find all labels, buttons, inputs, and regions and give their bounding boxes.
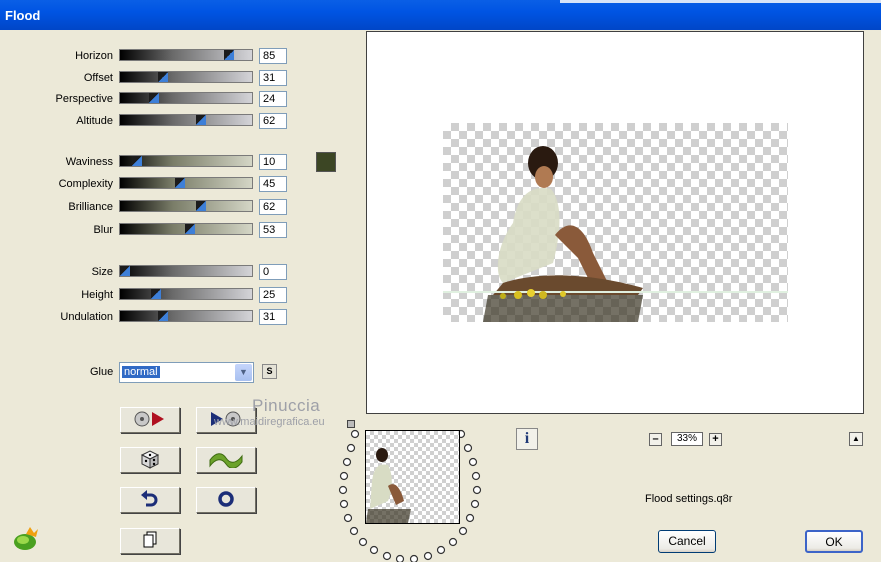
reset-button[interactable] xyxy=(196,487,256,513)
slider-label: Waviness xyxy=(65,156,113,168)
ok-button[interactable]: OK xyxy=(805,530,863,553)
copy-icon xyxy=(142,531,158,552)
undo-icon xyxy=(140,489,160,511)
chevron-down-icon[interactable]: ▼ xyxy=(235,364,252,381)
expand-button[interactable]: ▲ xyxy=(849,432,863,446)
slider-thumb[interactable] xyxy=(174,178,185,188)
slider-thumb[interactable] xyxy=(149,93,160,103)
slider-label: Undulation xyxy=(60,311,113,323)
wave-icon xyxy=(208,450,244,471)
slider-label: Perspective xyxy=(55,93,113,105)
slider-label: Complexity xyxy=(58,178,113,190)
slider-value-field[interactable]: 31 xyxy=(259,70,287,86)
slider-label: Size xyxy=(91,266,113,278)
slider-thumb[interactable] xyxy=(120,266,130,276)
slider-value-field[interactable]: 62 xyxy=(259,199,287,215)
slider-value-field[interactable]: 31 xyxy=(259,309,287,325)
slider-thumb[interactable] xyxy=(157,72,168,82)
slider-track-height[interactable] xyxy=(119,288,253,300)
slider-thumb[interactable] xyxy=(150,289,161,299)
slider-label: Offset xyxy=(83,72,113,84)
slider-label: Horizon xyxy=(75,50,113,62)
slider-track-complexity[interactable] xyxy=(119,177,253,189)
slider-track-perspective[interactable] xyxy=(119,92,253,104)
slider-track-blur[interactable] xyxy=(119,223,253,235)
watermark-url: www.maidiregrafica.eu xyxy=(214,416,325,428)
zoom-in-button[interactable]: + xyxy=(709,433,722,446)
watermark-name: Pinuccia xyxy=(252,396,321,415)
slider-thumb[interactable] xyxy=(223,50,234,60)
slider-label: Height xyxy=(81,289,113,301)
slider-thumb[interactable] xyxy=(184,224,195,234)
slider-track-undulation[interactable] xyxy=(119,310,253,322)
window-title: Flood xyxy=(5,8,41,23)
slider-value-field[interactable]: 10 xyxy=(259,154,287,170)
slider-track-brilliance[interactable] xyxy=(119,200,253,212)
info-button[interactable]: i xyxy=(516,428,538,450)
slider-track-altitude[interactable] xyxy=(119,114,253,126)
slider-label: Blur xyxy=(93,224,113,236)
glue-label: Glue xyxy=(90,366,114,378)
slider-value-field[interactable]: 45 xyxy=(259,176,287,192)
wave-button[interactable] xyxy=(196,447,256,473)
title-bar-strip xyxy=(560,0,881,3)
reset-circle-icon xyxy=(217,490,235,511)
slider-thumb[interactable] xyxy=(195,115,206,125)
title-bar: Flood xyxy=(0,0,881,30)
glue-select-value: normal xyxy=(122,366,160,378)
plugin-logo-icon xyxy=(12,526,40,555)
slider-thumb[interactable] xyxy=(157,311,168,321)
dice-icon xyxy=(139,449,161,472)
info-icon: i xyxy=(524,430,530,447)
preview-image xyxy=(443,123,788,322)
thumbnail-image xyxy=(366,448,411,523)
chevron-up-icon: ▲ xyxy=(852,434,860,443)
slider-label: Brilliance xyxy=(68,201,113,213)
slider-value-field[interactable]: 53 xyxy=(259,222,287,238)
undo-button[interactable] xyxy=(120,487,180,513)
slider-track-waviness[interactable] xyxy=(119,155,253,167)
flood-color-swatch[interactable] xyxy=(316,152,336,172)
zoom-level: 33% xyxy=(671,432,703,446)
slider-value-field[interactable]: 85 xyxy=(259,48,287,64)
woman-figure-image xyxy=(443,146,788,322)
slider-value-field[interactable]: 25 xyxy=(259,287,287,303)
load-preset-icon xyxy=(133,410,167,431)
load-preset-button[interactable] xyxy=(120,407,180,433)
slider-track-offset[interactable] xyxy=(119,71,253,83)
slider-track-size[interactable] xyxy=(119,265,253,277)
slider-thumb[interactable] xyxy=(132,156,143,166)
slider-value-field[interactable]: 24 xyxy=(259,91,287,107)
slider-value-field[interactable]: 0 xyxy=(259,264,287,280)
slider-label: Altitude xyxy=(76,115,113,127)
copy-button[interactable] xyxy=(120,528,180,554)
glue-s-button[interactable]: S xyxy=(262,364,277,379)
slider-value-field[interactable]: 62 xyxy=(259,113,287,129)
zoom-out-button[interactable]: – xyxy=(649,433,662,446)
cancel-button[interactable]: Cancel xyxy=(658,530,716,553)
navigator-thumbnail[interactable] xyxy=(365,430,460,524)
slider-thumb[interactable] xyxy=(195,201,206,211)
settings-filename: Flood settings.q8r xyxy=(645,493,733,505)
random-button[interactable] xyxy=(120,447,180,473)
slider-track-horizon[interactable] xyxy=(119,49,253,61)
glue-select[interactable]: normal ▼ xyxy=(119,362,254,383)
